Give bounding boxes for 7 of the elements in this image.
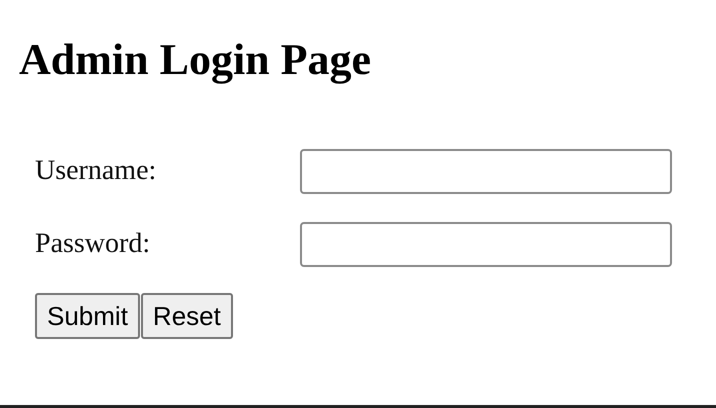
input-field[interactable] — [300, 148, 672, 194]
field-label: Username: — [35, 155, 158, 187]
page-heading: Admin Login Page — [19, 34, 372, 86]
form-button[interactable]: Reset — [140, 293, 233, 339]
form-button[interactable]: Submit — [35, 293, 140, 339]
field-label: Password: — [35, 228, 152, 260]
input-field[interactable] — [300, 222, 672, 266]
